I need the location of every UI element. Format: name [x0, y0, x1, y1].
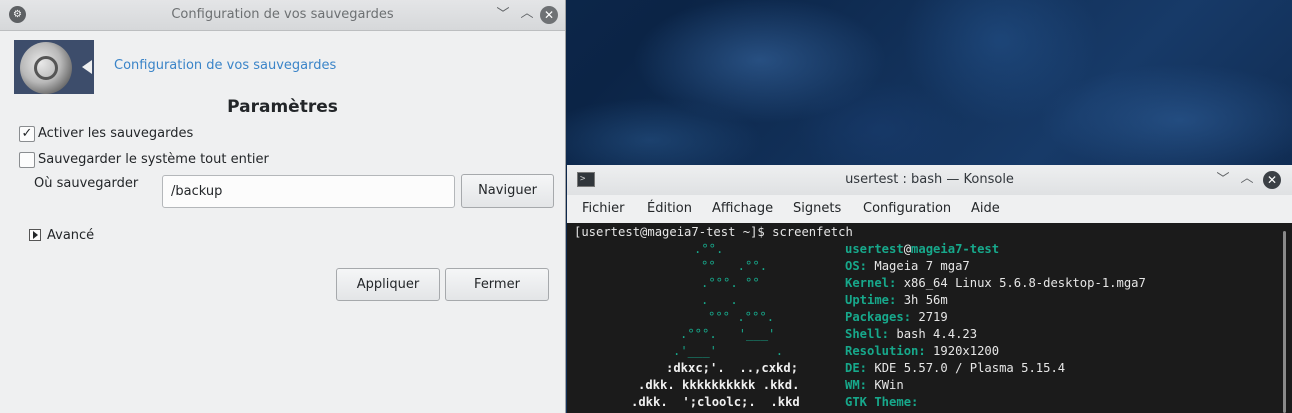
ascii-logo-line: .°°. [694, 242, 724, 256]
terminal-scrollbar[interactable] [1283, 231, 1286, 413]
ascii-logo-line: .°°°. '___' [680, 327, 776, 341]
ascii-logo-line: :dkxc;'. ..,cxkd; [666, 361, 799, 375]
ascii-logo-line: °°° .°°°. [708, 310, 775, 324]
backup-config-window: ⚙ Configuration de vos sauvegardes ﹀ ︿ ✕… [0, 0, 566, 413]
menu-edit[interactable]: Édition [647, 201, 692, 216]
ascii-logo-line: . . [701, 293, 738, 307]
menu-help[interactable]: Aide [971, 201, 1000, 216]
screenfetch-userhost: usertest@mageia7-test [845, 242, 1000, 256]
backup-path-input[interactable] [162, 175, 455, 208]
maximize-icon[interactable]: ︿ [1237, 169, 1257, 189]
info-shell: Shell: bash 4.4.23 [845, 327, 978, 341]
ascii-logo-line: .°°°. °° [701, 276, 760, 290]
ascii-logo-line: .dkk. kkkkkkkkkk .kkd. [638, 378, 800, 392]
enable-backups-checkbox[interactable]: ✓ [19, 126, 35, 142]
close-icon[interactable]: ✕ [1263, 171, 1281, 189]
browse-button[interactable]: Naviguer [461, 174, 554, 208]
backup-location-label: Où sauvegarder [34, 176, 139, 191]
info-kernel: Kernel: x86_64 Linux 5.6.8-desktop-1.mga… [845, 276, 1146, 290]
info-gtk-theme: GTK Theme: [845, 395, 919, 409]
backup-whole-system-label[interactable]: Sauvegarder le système tout entier [38, 152, 269, 167]
info-de: DE: KDE 5.57.0 / Plasma 5.15.4 [845, 361, 1066, 375]
ascii-logo-line: °° .°°. [701, 259, 768, 273]
expand-arrow-icon[interactable] [29, 229, 41, 241]
menu-file[interactable]: Fichier [582, 201, 625, 216]
terminal-output[interactable]: [usertest@mageia7-test ~]$ screenfetch u… [567, 223, 1292, 413]
konsole-menubar: Fichier Édition Affichage Signets Config… [567, 195, 1292, 223]
konsole-window: > usertest : bash — Konsole ﹀ ︿ ✕ Fichie… [567, 165, 1292, 413]
menu-bookmarks[interactable]: Signets [793, 201, 841, 216]
menu-view[interactable]: Affichage [712, 201, 773, 216]
close-button[interactable]: Fermer [445, 268, 549, 301]
header-title: Configuration de vos sauvegardes [114, 58, 337, 73]
info-resolution: Resolution: 1920x1200 [845, 344, 1000, 358]
ascii-logo-line: .dkk. ';cloolc;. .kkd [631, 395, 800, 409]
enable-backups-label[interactable]: Activer les sauvegardes [38, 126, 193, 141]
info-os: OS: Mageia 7 mga7 [845, 259, 970, 273]
window-titlebar[interactable]: ⚙ Configuration de vos sauvegardes ﹀ ︿ ✕ [0, 0, 565, 31]
konsole-title: usertest : bash — Konsole [845, 172, 1014, 187]
menu-settings[interactable]: Configuration [863, 201, 951, 216]
ascii-logo-line: .'___' . [673, 344, 784, 358]
konsole-titlebar[interactable]: > usertest : bash — Konsole ﹀ ︿ ✕ [567, 165, 1292, 196]
info-uptime: Uptime: 3h 56m [845, 293, 948, 307]
minimize-icon[interactable]: ﹀ [1213, 170, 1233, 190]
window-title: Configuration de vos sauvegardes [171, 7, 394, 22]
backup-whole-system-checkbox[interactable] [19, 152, 35, 168]
close-icon[interactable]: ✕ [540, 6, 558, 24]
backup-logo [14, 40, 94, 94]
minimize-icon[interactable]: ﹀ [493, 5, 513, 25]
info-wm: WM: KWin [845, 378, 904, 392]
maximize-icon[interactable]: ︿ [517, 4, 537, 24]
advanced-expander-label[interactable]: Avancé [47, 228, 94, 243]
info-packages: Packages: 2719 [845, 310, 948, 324]
section-title: Paramètres [227, 97, 338, 117]
apply-button[interactable]: Appliquer [336, 268, 440, 301]
terminal-prompt-line: [usertest@mageia7-test ~]$ screenfetch [574, 225, 853, 239]
